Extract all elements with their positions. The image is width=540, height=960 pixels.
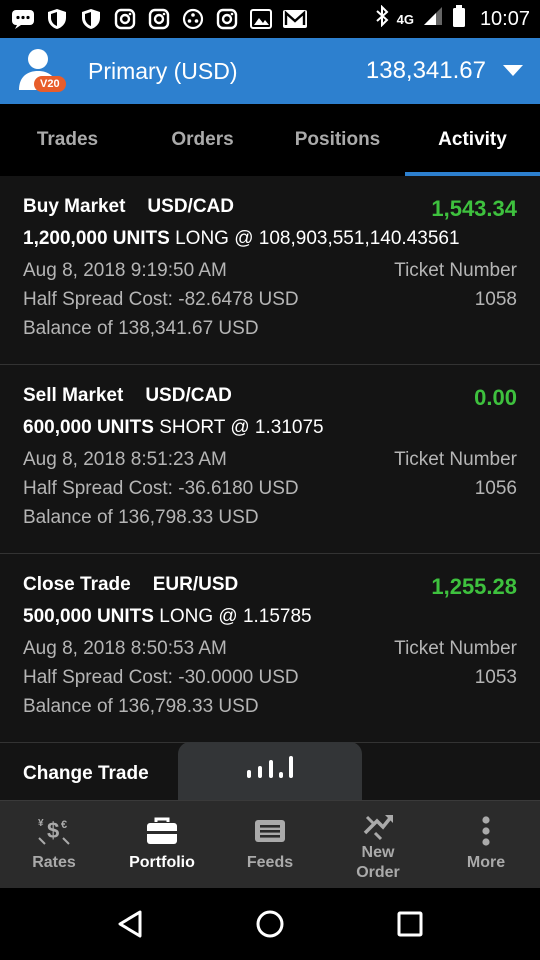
- battery-icon: [452, 5, 466, 33]
- instrument-pair: USD/CAD: [145, 385, 232, 406]
- fill-detail: SHORT @ 1.31075: [159, 417, 324, 438]
- tab-activity[interactable]: Activity: [405, 104, 540, 176]
- pl-amount: 0.00: [474, 385, 517, 410]
- signal-icon: [422, 5, 444, 33]
- instrument-pair: USD/CAD: [147, 196, 234, 217]
- spread-cost: Half Spread Cost: -36.6180 USD: [23, 478, 299, 499]
- tab-orders[interactable]: Orders: [135, 104, 270, 176]
- activity-date: Aug 8, 2018 8:50:53 AM: [23, 638, 227, 659]
- tab-positions[interactable]: Positions: [270, 104, 405, 176]
- rates-icon: $ ¥ €: [36, 813, 72, 849]
- activity-type: Buy Market: [23, 196, 126, 217]
- svg-text:¥: ¥: [38, 818, 44, 829]
- spread-cost: Half Spread Cost: -82.6478 USD: [23, 289, 299, 310]
- chevron-down-icon[interactable]: [502, 64, 524, 78]
- balance-after: Balance of 136,798.33 USD: [23, 696, 259, 717]
- units: 500,000 UNITS: [23, 606, 154, 627]
- activity-units-line: 1,200,000 UNITS LONG @ 108,903,551,140.4…: [23, 228, 460, 250]
- instrument-pair: EUR/USD: [152, 574, 239, 595]
- image-icon: [248, 7, 274, 31]
- nav-label: Rates: [32, 854, 76, 871]
- shield-icon: [44, 7, 70, 31]
- account-balance: 138,341.67: [365, 57, 486, 84]
- activity-units-line: 600,000 UNITS SHORT @ 1.31075: [23, 417, 324, 439]
- recents-icon[interactable]: [390, 904, 430, 944]
- nav-more[interactable]: More: [432, 801, 540, 888]
- activity-title: Close Trade EUR/USD: [23, 574, 238, 596]
- shield-icon: [78, 7, 104, 31]
- new-order-icon: [360, 809, 396, 843]
- nav-portfolio[interactable]: Portfolio: [108, 801, 216, 888]
- fill-detail: LONG @ 108,903,551,140.43561: [175, 228, 460, 249]
- back-icon[interactable]: [110, 904, 150, 944]
- spread-cost: Half Spread Cost: -30.0000 USD: [23, 667, 299, 688]
- instagram-icon: [112, 7, 138, 31]
- ticket-number: 1058: [474, 289, 517, 310]
- ticket-label: Ticket Number: [394, 449, 517, 470]
- activity-list[interactable]: Buy Market USD/CAD 1,543.34 1,200,000 UNI…: [0, 176, 540, 800]
- briefcase-icon: [144, 813, 180, 849]
- nav-feeds[interactable]: Feeds: [216, 801, 324, 888]
- status-bar: 4G 10:07: [0, 0, 540, 38]
- mail-icon: [282, 7, 308, 31]
- instagram-icon: [214, 7, 240, 31]
- svg-text:$: $: [47, 818, 59, 843]
- balance-after: Balance of 138,341.67 USD: [23, 318, 259, 339]
- activity-date: Aug 8, 2018 8:51:23 AM: [23, 449, 227, 470]
- clock: 10:07: [479, 7, 530, 30]
- ticket-label: Ticket Number: [394, 260, 517, 281]
- account-type-badge: V20: [34, 76, 66, 92]
- dots-circle-icon: [180, 7, 206, 31]
- list-item[interactable]: Close Trade EUR/USD 1,255.28 500,000 UNIT…: [0, 554, 540, 743]
- more-icon: [468, 813, 504, 849]
- list-item[interactable]: Buy Market USD/CAD 1,543.34 1,200,000 UNI…: [0, 176, 540, 365]
- pl-amount: 1,255.28: [431, 574, 517, 599]
- ticket-number: 1056: [474, 478, 517, 499]
- ticket-label: Ticket Number: [394, 638, 517, 659]
- portfolio-tabs: Trades Orders Positions Activity: [0, 104, 540, 176]
- activity-date: Aug 8, 2018 9:19:50 AM: [23, 260, 227, 281]
- tab-trades[interactable]: Trades: [0, 104, 135, 176]
- chart-icon: [245, 754, 295, 789]
- activity-type: Close Trade: [23, 574, 131, 595]
- activity-title: Buy Market USD/CAD: [23, 196, 234, 218]
- ticket-number: 1053: [474, 667, 517, 688]
- activity-title: Sell Market USD/CAD: [23, 385, 232, 407]
- account-name: Primary (USD): [88, 58, 238, 84]
- nav-new-order[interactable]: New Order: [324, 801, 432, 888]
- activity-type: Change Trade: [23, 763, 149, 784]
- message-icon: [10, 7, 36, 31]
- instagram-icon: [146, 7, 172, 31]
- feeds-icon: [252, 813, 288, 849]
- nav-rates[interactable]: $ ¥ € Rates: [0, 801, 108, 888]
- nav-label: More: [466, 854, 506, 871]
- activity-title: Change Trade: [23, 763, 149, 785]
- activity-units-line: 500,000 UNITS LONG @ 1.15785: [23, 606, 312, 628]
- list-item[interactable]: Sell Market USD/CAD 0.00 600,000 UNITS SH…: [0, 365, 540, 554]
- balance-after: Balance of 136,798.33 USD: [23, 507, 259, 528]
- nav-label: New Order: [356, 844, 400, 881]
- activity-type: Sell Market: [23, 385, 124, 406]
- units: 1,200,000 UNITS: [23, 228, 170, 249]
- nav-label: Feeds: [246, 854, 294, 871]
- units: 600,000 UNITS: [23, 417, 154, 438]
- pl-amount: 1,543.34: [431, 196, 517, 221]
- chart-drawer-handle[interactable]: [178, 742, 362, 800]
- network-type: 4G: [396, 11, 414, 27]
- bottom-nav: $ ¥ € Rates Portfolio Feeds New Order Mo…: [0, 800, 540, 888]
- home-icon[interactable]: [250, 904, 290, 944]
- account-selector[interactable]: V20 Primary (USD) 138,341.67: [0, 38, 540, 104]
- nav-label: Portfolio: [129, 854, 195, 871]
- system-nav-bar: [0, 888, 540, 960]
- bluetooth-icon: [375, 4, 389, 33]
- svg-text:€: €: [61, 819, 67, 831]
- fill-detail: LONG @ 1.15785: [159, 606, 312, 627]
